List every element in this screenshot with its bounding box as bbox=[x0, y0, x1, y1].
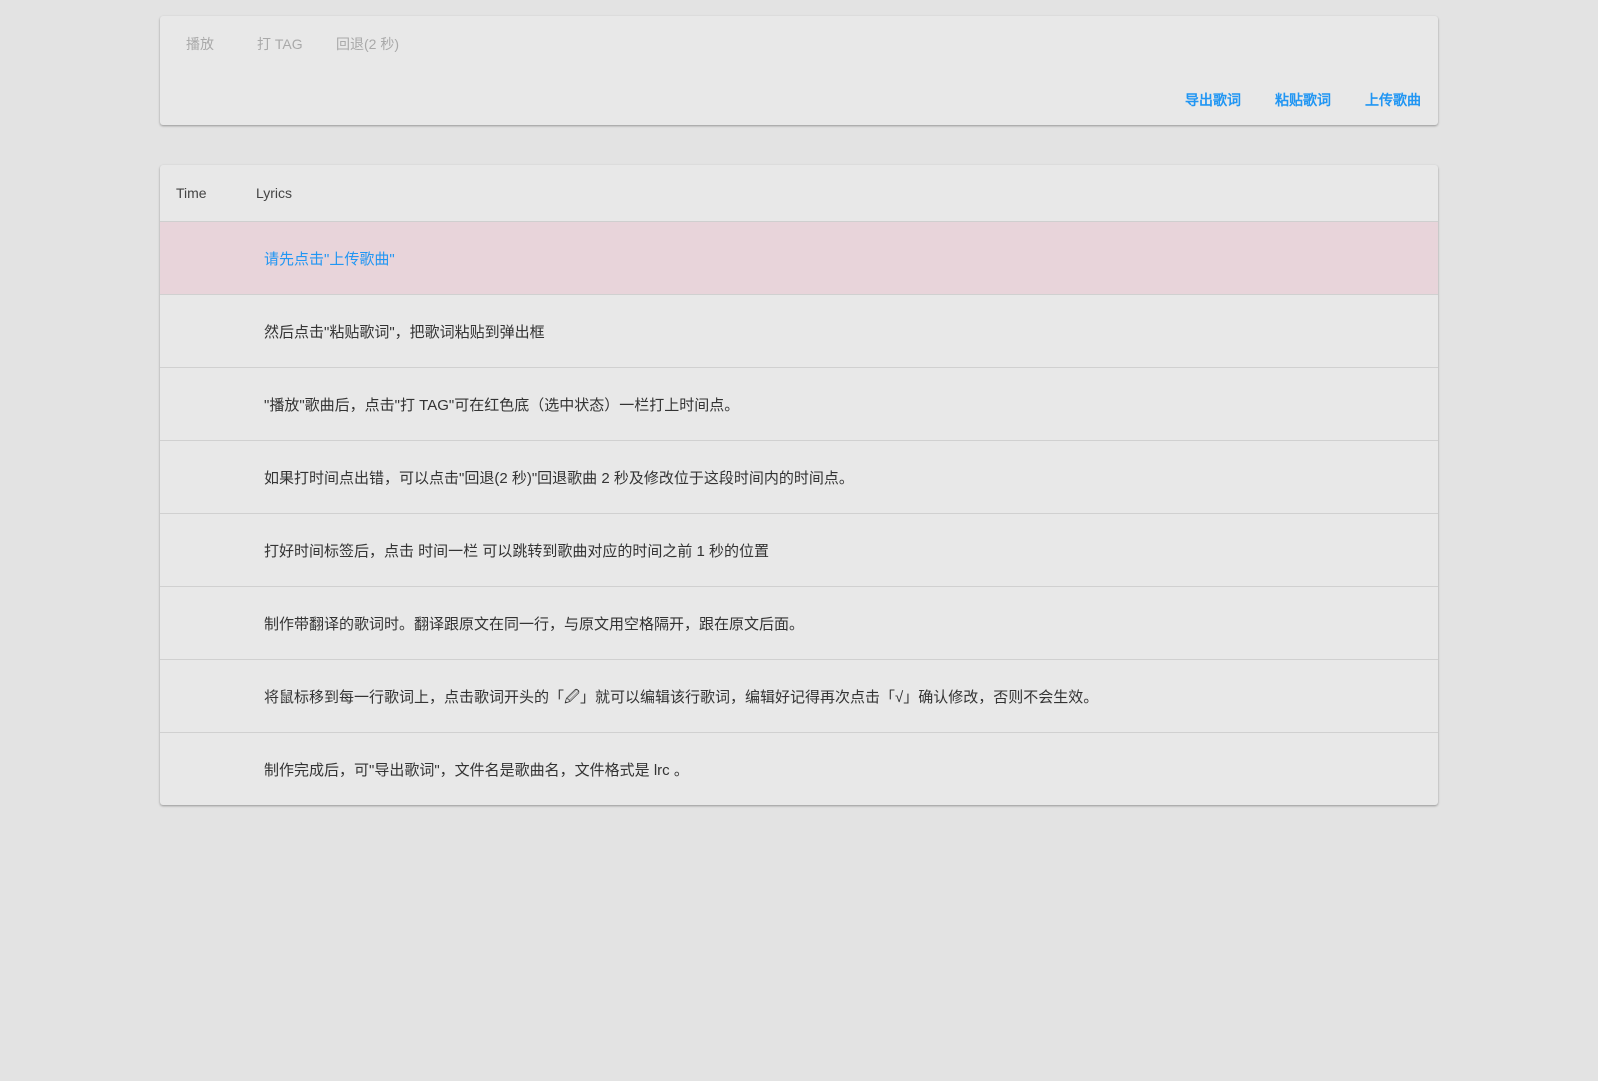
rewind-button[interactable]: 回退(2 秒) bbox=[336, 34, 399, 54]
lyric-cell: 制作完成后，可"导出歌词"，文件名是歌曲名，文件格式是 lrc 。 bbox=[264, 762, 689, 779]
table-row[interactable]: 制作带翻译的歌词时。翻译跟原文在同一行，与原文用空格隔开，跟在原文后面。 bbox=[160, 587, 1438, 660]
table-row[interactable]: 请先点击"上传歌曲" bbox=[160, 222, 1438, 295]
paste-lyrics-button[interactable]: 粘贴歌词 bbox=[1275, 90, 1331, 110]
lyrics-table: Time Lyrics 请先点击"上传歌曲" 然后点击"粘贴歌词"，把歌词粘贴到弹… bbox=[160, 165, 1438, 805]
upload-song-button[interactable]: 上传歌曲 bbox=[1365, 90, 1421, 110]
table-row[interactable]: 如果打时间点出错，可以点击"回退(2 秒)"回退歌曲 2 秒及修改位于这段时间内… bbox=[160, 441, 1438, 514]
play-button[interactable]: 播放 bbox=[186, 34, 214, 54]
lyric-cell: 将鼠标移到每一行歌词上，点击歌词开头的「🖉」就可以编辑该行歌词，编辑好记得再次点… bbox=[264, 689, 1099, 706]
lyric-cell: 请先点击"上传歌曲" bbox=[264, 251, 395, 268]
time-column-header: Time bbox=[176, 185, 207, 201]
table-row[interactable]: 打好时间标签后，点击 时间一栏 可以跳转到歌曲对应的时间之前 1 秒的位置 bbox=[160, 514, 1438, 587]
lyric-cell: 然后点击"粘贴歌词"，把歌词粘贴到弹出框 bbox=[264, 324, 545, 341]
tag-button[interactable]: 打 TAG bbox=[257, 34, 303, 54]
lyric-cell: "播放"歌曲后，点击"打 TAG"可在红色底（选中状态）一栏打上时间点。 bbox=[264, 397, 740, 414]
lyric-cell: 打好时间标签后，点击 时间一栏 可以跳转到歌曲对应的时间之前 1 秒的位置 bbox=[264, 543, 770, 560]
export-lyrics-button[interactable]: 导出歌词 bbox=[1185, 90, 1241, 110]
lyrics-column-header: Lyrics bbox=[256, 185, 293, 201]
table-row[interactable]: 制作完成后，可"导出歌词"，文件名是歌曲名，文件格式是 lrc 。 bbox=[160, 733, 1438, 805]
lyric-cell: 制作带翻译的歌词时。翻译跟原文在同一行，与原文用空格隔开，跟在原文后面。 bbox=[264, 616, 805, 633]
table-row[interactable]: 然后点击"粘贴歌词"，把歌词粘贴到弹出框 bbox=[160, 295, 1438, 368]
lyric-cell: 如果打时间点出错，可以点击"回退(2 秒)"回退歌曲 2 秒及修改位于这段时间内… bbox=[264, 470, 854, 487]
table-row[interactable]: 将鼠标移到每一行歌词上，点击歌词开头的「🖉」就可以编辑该行歌词，编辑好记得再次点… bbox=[160, 660, 1438, 733]
toolbar: 播放 打 TAG 回退(2 秒) 导出歌词 粘贴歌词 上传歌曲 bbox=[160, 16, 1438, 125]
table-header: Time Lyrics bbox=[160, 165, 1438, 222]
table-row[interactable]: "播放"歌曲后，点击"打 TAG"可在红色底（选中状态）一栏打上时间点。 bbox=[160, 368, 1438, 441]
